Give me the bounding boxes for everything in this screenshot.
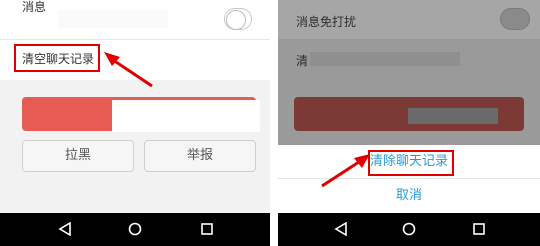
report-button[interactable]: 举报: [144, 140, 256, 172]
recent-apps-square-icon[interactable]: [472, 222, 486, 236]
back-triangle-icon[interactable]: [58, 222, 72, 236]
blurred-text-patch-dimmed: [310, 52, 460, 66]
mute-toggle-dimmed: [500, 8, 530, 30]
recent-apps-square-icon[interactable]: [200, 222, 214, 236]
blurred-button-text-dimmed: [408, 108, 498, 124]
pointer-arrow-icon: [321, 154, 370, 188]
blurred-button-text: [112, 100, 260, 132]
clear-history-highlight: [14, 44, 100, 72]
back-triangle-icon[interactable]: [334, 222, 348, 236]
clear-action-highlight: [368, 150, 454, 176]
block-button[interactable]: 拉黑: [22, 140, 134, 172]
android-nav-bar-right: [278, 213, 540, 246]
mute-label: 消息: [22, 0, 47, 14]
home-circle-icon[interactable]: [128, 222, 142, 236]
mute-label-dimmed: 消息免打扰: [296, 15, 357, 29]
right-screen: 消息免打扰 清 清除聊天记录 取消: [278, 0, 540, 246]
left-screen: 消息 清空聊天记录 拉黑 举报: [0, 0, 270, 246]
android-nav-bar: [0, 213, 270, 246]
home-circle-icon[interactable]: [402, 222, 416, 236]
blurred-text-patch: [58, 10, 168, 28]
mute-toggle[interactable]: [224, 8, 252, 30]
clear-history-label-dimmed: 清: [296, 54, 309, 68]
pointer-arrow-icon: [104, 52, 153, 88]
